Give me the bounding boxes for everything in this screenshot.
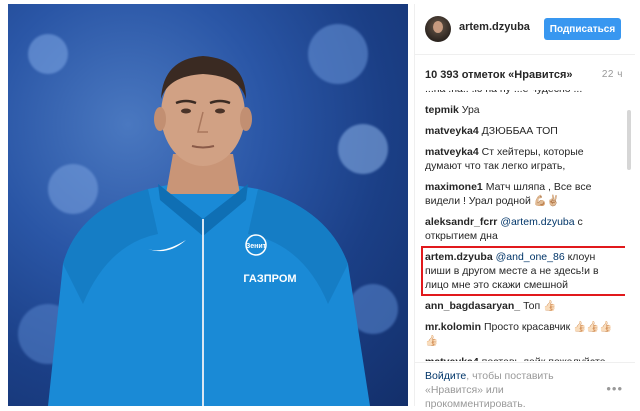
username-link[interactable]: artem.dzyuba <box>459 21 530 33</box>
comment-author[interactable]: matveyka4 <box>425 356 479 361</box>
login-prompt-text-2: прокомментировать. <box>425 398 526 410</box>
comment-text: ...на .на.. .ю на ну ...е чудесно ... <box>425 90 582 95</box>
post-footer: Войдите, чтобы поставить «Нравится» или … <box>415 362 635 410</box>
comment-author[interactable]: artem.dzyuba <box>425 251 493 263</box>
post-sidebar: artem.dzyuba Подписаться 10 393 отметок … <box>414 4 635 410</box>
comment-item: ann_bagdasaryan_ Топ 👍🏻 <box>425 299 623 313</box>
login-prompt: Войдите, чтобы поставить «Нравится» или … <box>425 369 575 411</box>
comment-author[interactable]: matveyka4 <box>425 146 479 158</box>
comment-item: mr.kolomin Просто красавчик 👍🏻👍🏻👍🏻👍🏻 <box>425 320 623 348</box>
comment-item: matveyka4 ДЗЮББАА ТОП <box>425 124 623 138</box>
comment-author[interactable]: mr.kolomin <box>425 321 481 333</box>
post-header: artem.dzyuba Подписаться <box>415 4 635 55</box>
club-logo-text: Зенит <box>246 243 267 250</box>
comment-text: Ура <box>461 104 480 116</box>
player-figure: Зенит ГАЗПРОМ <box>48 56 370 406</box>
scrollbar-thumb[interactable] <box>627 110 631 170</box>
comment-mention[interactable]: @artem.dzyuba <box>500 216 574 228</box>
comment-text: Топ 👍🏻 <box>523 300 557 312</box>
instagram-post: Зенит ГАЗПРОМ artem.dzyuba Подписаться 1… <box>0 0 640 410</box>
comment-author[interactable]: ann_bagdasaryan_ <box>425 300 520 312</box>
comment-text: ДЗЮББАА ТОП <box>481 125 558 137</box>
comment-item: tepmik Ура <box>425 103 623 117</box>
avatar[interactable] <box>425 16 451 42</box>
comment-item: matveyka4 поставь лайк пожалуйста <box>425 355 623 361</box>
comment-item: matveyka4 Ст хейтеры, которые думают что… <box>425 145 623 173</box>
post-photo[interactable]: Зенит ГАЗПРОМ <box>8 4 408 406</box>
comment-author[interactable]: aleksandr_fcrr <box>425 216 497 228</box>
comment-item: aleksandr_fcrr @artem.dzyuba с открытием… <box>425 215 623 243</box>
sponsor-text: ГАЗПРОМ <box>243 273 296 285</box>
comment-item: ...на .на.. .ю на ну ...е чудесно ... <box>425 90 623 96</box>
comment-item: maximone1 Матч шляпа , Все все видели ! … <box>425 180 623 208</box>
comment-author[interactable]: matveyka4 <box>425 125 479 137</box>
comment-author[interactable]: maximone1 <box>425 181 483 193</box>
comment-text: поставь лайк пожалуйста <box>482 356 606 361</box>
post-meta: 10 393 отметок «Нравится» 22 ч <box>415 55 635 89</box>
comment-item: artem.dzyuba @and_one_86 клоун пиши в др… <box>421 246 625 296</box>
login-link[interactable]: Войдите <box>425 370 466 382</box>
comments-scrollbar[interactable] <box>627 90 631 361</box>
likes-count[interactable]: 10 393 отметок «Нравится» <box>425 69 573 81</box>
post-time: 22 ч <box>601 69 623 80</box>
more-options-button[interactable]: ••• <box>606 381 623 396</box>
comments-list[interactable]: ...на .на.. .ю на ну ...е чудесно ... tep… <box>415 90 625 361</box>
comment-mention[interactable]: @and_one_86 <box>496 251 565 263</box>
comment-author[interactable]: tepmik <box>425 104 459 116</box>
follow-button[interactable]: Подписаться <box>544 18 621 40</box>
